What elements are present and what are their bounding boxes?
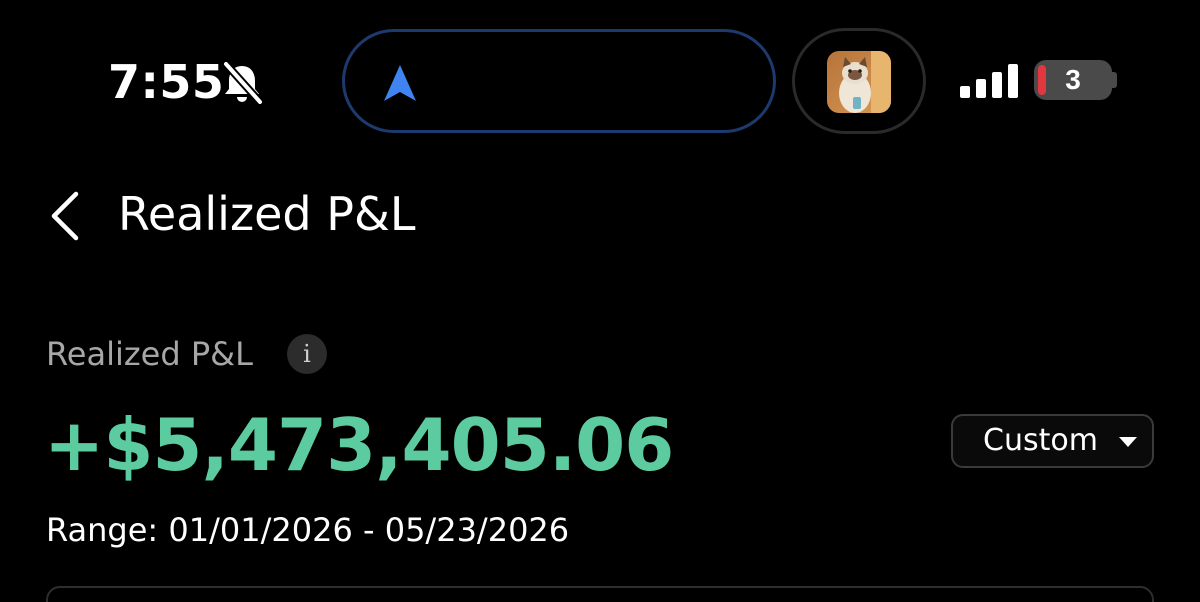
realized-pnl-value: +$5,473,405.06 [44, 403, 674, 487]
battery-cap [1112, 72, 1117, 88]
dynamic-island[interactable] [342, 29, 776, 133]
battery-level: 3 [1065, 64, 1081, 95]
info-icon[interactable]: i [287, 334, 327, 374]
caret-down-icon [1119, 437, 1137, 447]
range-filter-dropdown[interactable]: Custom [951, 414, 1154, 468]
range-filter-label: Custom [983, 423, 1098, 458]
battery-icon: 3 [1034, 60, 1112, 100]
realized-pnl-label: Realized P&L [46, 335, 253, 373]
chevron-left-icon[interactable] [44, 190, 84, 242]
cellular-signal-icon [960, 64, 1018, 98]
status-time: 7:55 [108, 55, 225, 109]
navigation-arrow-icon [384, 65, 416, 101]
content-card [46, 586, 1154, 602]
cat-avatar-image [827, 51, 891, 113]
bell-slash-icon [223, 61, 263, 104]
date-range-text: Range: 01/01/2026 - 05/23/2026 [46, 511, 570, 549]
page-title: Realized P&L [118, 187, 416, 241]
avatar[interactable] [827, 51, 891, 113]
